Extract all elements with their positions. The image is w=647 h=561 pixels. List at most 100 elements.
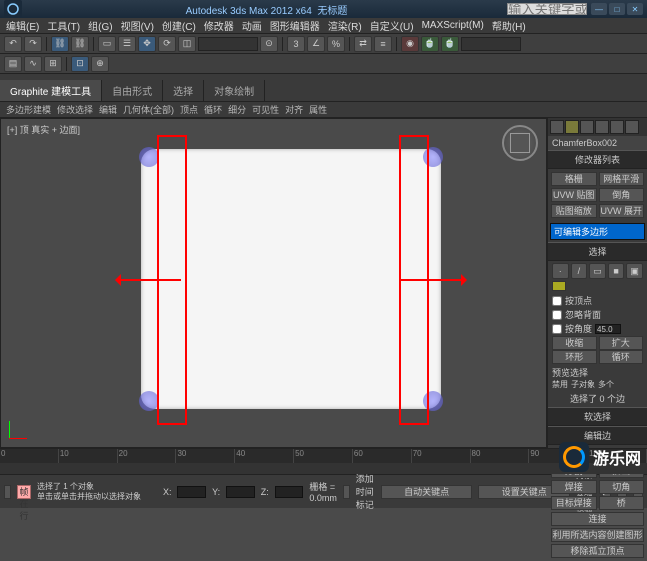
refcoord-dropdown[interactable]	[198, 37, 258, 51]
hierarchy-tab-icon[interactable]	[580, 120, 594, 134]
ribbon-tab-freeform[interactable]: 自由形式	[102, 80, 163, 101]
vertex-handle-icon[interactable]	[139, 147, 159, 167]
rotate-icon[interactable]: ⟳	[158, 36, 176, 52]
coord-y-input[interactable]	[226, 486, 255, 498]
shrink-button[interactable]: 收缩	[552, 336, 597, 350]
chk-by-angle[interactable]	[552, 324, 562, 334]
redo-icon[interactable]: ↷	[24, 36, 42, 52]
edge-createshape-button[interactable]: 利用所选内容创建图形	[551, 528, 644, 542]
viewport-top[interactable]: [+] 顶 真实 + 边面]	[0, 118, 547, 448]
ribbon-sub-vertex[interactable]: 顶点	[180, 103, 198, 116]
stack-item-editpoly[interactable]: 可编辑多边形	[551, 224, 644, 239]
scale-icon[interactable]: ◫	[178, 36, 196, 52]
status-pink-button[interactable]: 帧在行	[17, 485, 31, 499]
maxscript-listener-icon[interactable]	[4, 485, 11, 499]
align-icon[interactable]: ≡	[374, 36, 392, 52]
menu-animation[interactable]: 动画	[242, 18, 262, 33]
edge-weld-button[interactable]: 焊接	[551, 480, 597, 494]
edge-targetweld-button[interactable]: 目标焊接	[551, 496, 597, 510]
ribbon-sub-props[interactable]: 属性	[309, 103, 327, 116]
preview-opt-subobj[interactable]: 子对象	[571, 379, 595, 390]
render-icon[interactable]: 🍵	[441, 36, 459, 52]
menu-edit[interactable]: 编辑(E)	[6, 18, 39, 33]
menu-tools[interactable]: 工具(T)	[47, 18, 80, 33]
mod-btn-mapscale[interactable]: 贴图缩放	[551, 204, 597, 218]
subobj-border-icon[interactable]: ▭	[589, 263, 606, 279]
chk-ignore-backface[interactable]	[552, 310, 562, 320]
object-name-field[interactable]: ChamferBox002	[548, 136, 647, 150]
unlink-icon[interactable]: ⛓	[71, 36, 89, 52]
modifier-list-dropdown[interactable]: 修改器列表	[548, 150, 647, 169]
snap-icon[interactable]: 3	[287, 36, 305, 52]
menu-maxscript[interactable]: MAXScript(M)	[422, 20, 484, 31]
schematic-icon[interactable]: ⊞	[44, 56, 62, 72]
menu-view[interactable]: 视图(V)	[121, 18, 154, 33]
preview-opt-multi[interactable]: 多个	[598, 379, 614, 390]
ribbon-sub-loop[interactable]: 循环	[204, 103, 222, 116]
viewport-label[interactable]: [+] 顶 真实 + 边面]	[7, 123, 80, 136]
time-ruler[interactable]: 0 10 20 30 40 50 60 70 80 90 100	[0, 449, 647, 463]
render-preset-dropdown[interactable]	[461, 37, 521, 51]
undo-icon[interactable]: ↶	[4, 36, 22, 52]
material-editor-icon[interactable]: ◉	[401, 36, 419, 52]
modify-tab-icon[interactable]	[565, 120, 579, 134]
grow-button[interactable]: 扩大	[599, 336, 644, 350]
subobj-poly-icon[interactable]: ■	[608, 263, 625, 279]
angle-spinner[interactable]: 45.0	[595, 324, 621, 334]
edge-connect-button[interactable]: 连接	[551, 512, 644, 526]
edge-bridge-button[interactable]: 桥	[599, 496, 645, 510]
subobj-element-icon[interactable]: ▣	[626, 263, 643, 279]
menu-customize[interactable]: 自定义(U)	[370, 18, 414, 33]
ribbon-sub-subdiv[interactable]: 细分	[228, 103, 246, 116]
preview-opt-off[interactable]: 禁用	[552, 379, 568, 390]
layer-icon[interactable]: ▤	[4, 56, 22, 72]
time-tag-icon[interactable]	[343, 485, 350, 499]
minimize-button[interactable]: —	[591, 3, 607, 15]
rollout-softsel[interactable]: 软选择	[548, 407, 647, 426]
mod-btn-bevel[interactable]: 倒角	[599, 188, 645, 202]
menu-create[interactable]: 创建(C)	[162, 18, 196, 33]
menu-modifiers[interactable]: 修改器	[204, 18, 234, 33]
rollout-selection[interactable]: 选择	[548, 242, 647, 261]
modifier-stack[interactable]: 可编辑多边形	[550, 223, 645, 240]
utilities-tab-icon[interactable]	[625, 120, 639, 134]
subobj-vertex-icon[interactable]: ·	[552, 263, 569, 279]
mod-btn-lattice[interactable]: 格栅	[551, 172, 597, 186]
timeline[interactable]: 0 / 100 0 10 20 30 40 50 60 70 80 90 100	[0, 448, 647, 474]
pivot-icon[interactable]: ⊙	[260, 36, 278, 52]
subobj-edge-icon[interactable]: /	[571, 263, 588, 279]
create-tab-icon[interactable]	[550, 120, 564, 134]
mirror-icon[interactable]: ⇄	[354, 36, 372, 52]
menu-group[interactable]: 组(G)	[88, 18, 112, 33]
ribbon-sub-align[interactable]: 对齐	[285, 103, 303, 116]
percent-snap-icon[interactable]: %	[327, 36, 345, 52]
close-button[interactable]: ✕	[627, 3, 643, 15]
object-color-swatch[interactable]	[552, 281, 566, 291]
render-setup-icon[interactable]: 🍵	[421, 36, 439, 52]
viewcube-icon[interactable]	[502, 125, 538, 161]
ribbon-tab-graphite[interactable]: Graphite 建模工具	[0, 80, 102, 101]
angle-snap-icon[interactable]: ∠	[307, 36, 325, 52]
mod-btn-meshsmooth[interactable]: 网格平滑	[599, 172, 645, 186]
ribbon-sub-visibility[interactable]: 可见性	[252, 103, 279, 116]
select-name-icon[interactable]: ☰	[118, 36, 136, 52]
ring-button[interactable]: 环形	[552, 350, 597, 364]
maximize-button[interactable]: □	[609, 3, 625, 15]
ribbon-sub-edit[interactable]: 编辑	[99, 103, 117, 116]
coord-x-input[interactable]	[177, 486, 206, 498]
edge-chamfer-button[interactable]: 切角	[599, 480, 645, 494]
motion-tab-icon[interactable]	[595, 120, 609, 134]
mod-btn-uvwunwrap[interactable]: UVW 展开	[599, 204, 645, 218]
ribbon-sub-polymodel[interactable]: 多边形建模	[6, 103, 51, 116]
vertex-handle-icon[interactable]	[139, 391, 159, 411]
autokey-button[interactable]: 自动关键点	[381, 485, 473, 499]
display-tab-icon[interactable]	[610, 120, 624, 134]
time-tag-label[interactable]: 添加时间标记	[356, 472, 375, 511]
select-icon[interactable]: ▭	[98, 36, 116, 52]
menu-render[interactable]: 渲染(R)	[328, 18, 362, 33]
ribbon-sub-geom[interactable]: 几何体(全部)	[123, 103, 174, 116]
curve-editor-icon[interactable]: ∿	[24, 56, 42, 72]
search-input[interactable]	[507, 3, 587, 15]
menu-grapheditor[interactable]: 图形编辑器	[270, 18, 320, 33]
loop-button[interactable]: 循环	[599, 350, 644, 364]
